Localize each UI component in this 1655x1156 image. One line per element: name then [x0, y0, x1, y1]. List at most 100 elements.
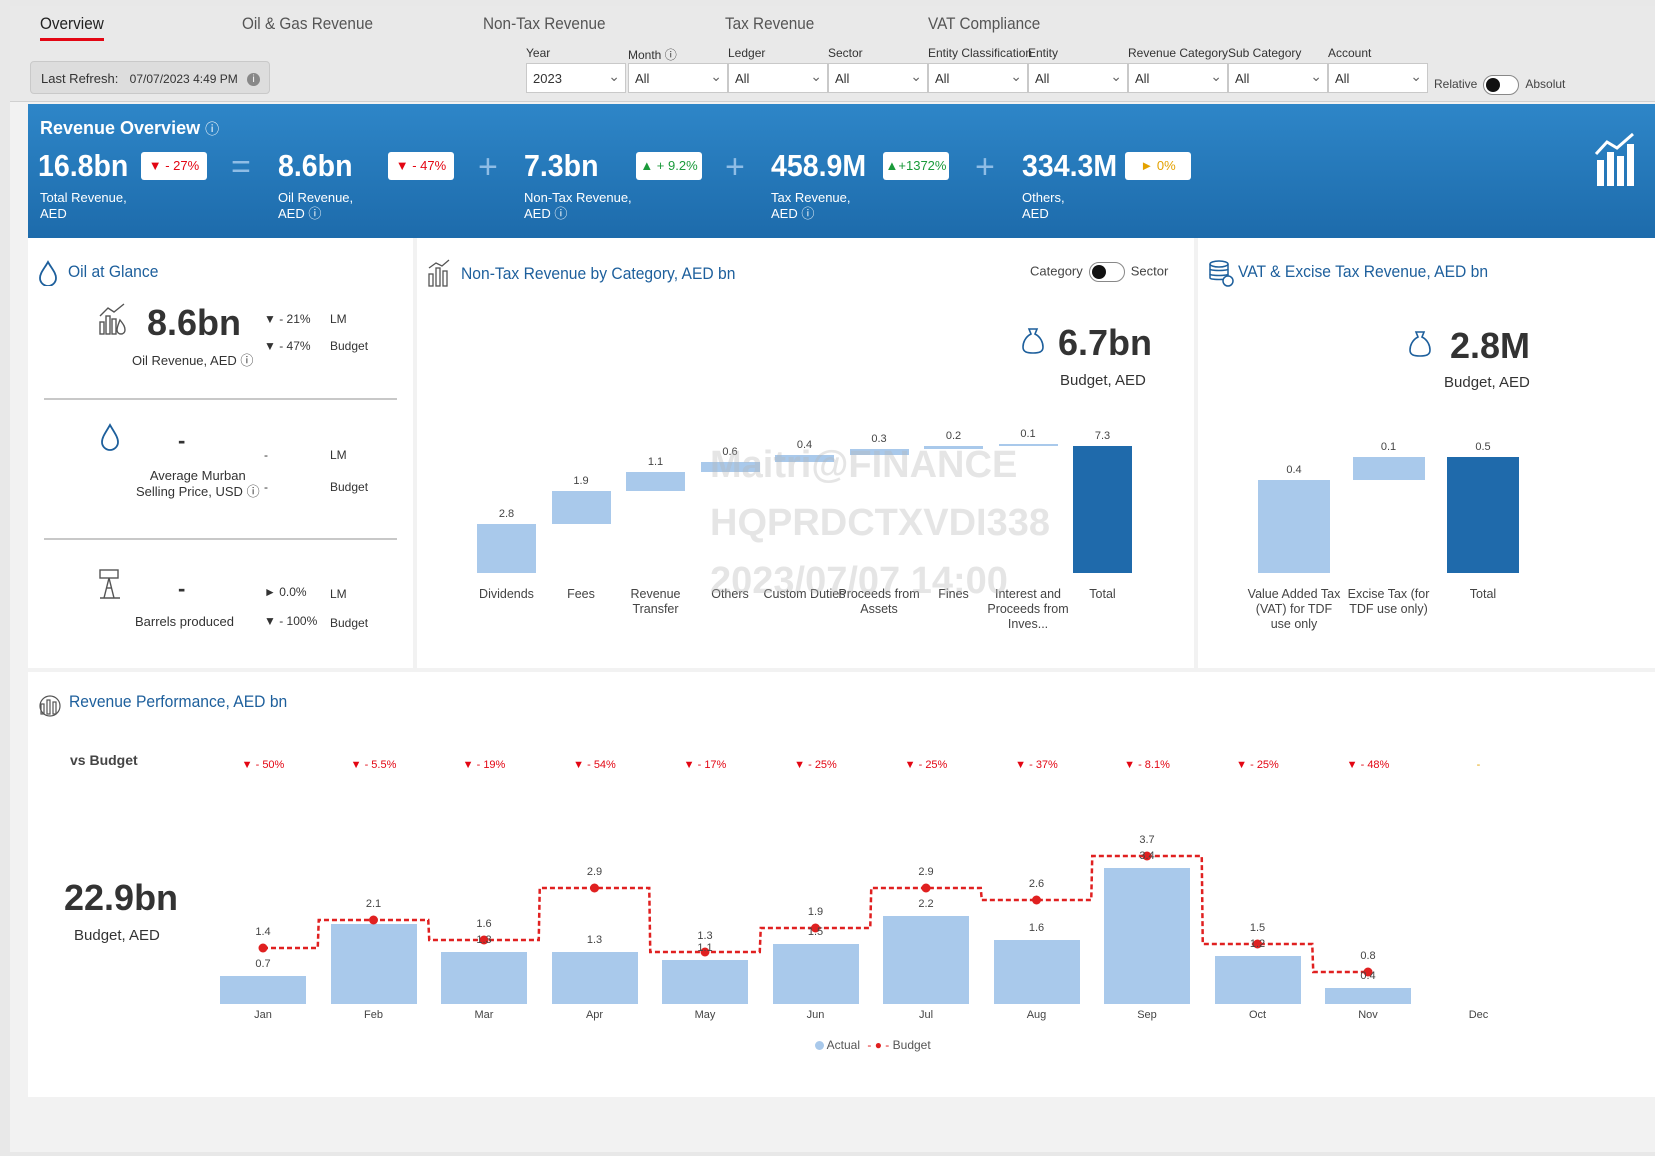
toggle-label-right: Absolut	[1525, 77, 1566, 92]
filter-sub-category: Sub Category All ⌄	[1228, 46, 1328, 93]
plus-operator: +	[725, 148, 745, 186]
tab-tax-revenue[interactable]: Tax Revenue	[725, 14, 814, 34]
account-select[interactable]: All ⌄	[1328, 63, 1428, 93]
select-value: All	[1135, 71, 1150, 86]
tab-non-tax-revenue[interactable]: Non-Tax Revenue	[483, 14, 605, 34]
budget-data-label: 2.1	[365, 898, 382, 910]
toggle-switch[interactable]	[1483, 75, 1520, 95]
waterfall-total-bar	[1073, 445, 1132, 573]
filter-label: Month ⓘ	[628, 48, 677, 62]
legend-budget-label: Budget	[892, 1038, 931, 1052]
vat-excise-panel: VAT & Excise Tax Revenue, AED bn 2.8M Bu…	[1198, 238, 1655, 668]
chevron-down-icon: ⌄	[810, 68, 822, 84]
entity-classification-select[interactable]: All ⌄	[928, 63, 1028, 93]
data-label: 0.1	[1020, 428, 1036, 441]
data-label: 0.6	[722, 445, 738, 458]
tab-overview[interactable]: Overview	[40, 14, 104, 34]
non-tax-revenue-panel: Non-Tax Revenue by Category, AED bn Cate…	[417, 238, 1194, 668]
oil-revenue-icon	[98, 302, 128, 341]
budget-label: Budget	[330, 339, 369, 353]
actual-data-label: 0.4	[1360, 970, 1376, 982]
last-refresh-label: Last Refresh:	[41, 71, 119, 86]
filter-month: Month ⓘ All ⌄	[628, 46, 728, 93]
filter-entity-classification: Entity Classification All ⌄	[928, 46, 1033, 93]
info-icon[interactable]: ⓘ	[665, 48, 677, 62]
category-label: Excise Tax (for TDF use only)	[1347, 587, 1430, 616]
kpi-others-label: Others, AED	[1022, 190, 1065, 221]
oil-revenue-value: 8.6bn	[147, 302, 242, 343]
data-label: 0.5	[1475, 441, 1491, 453]
budget-data-label: 2.6	[1028, 878, 1045, 890]
info-icon[interactable]: ⓘ	[247, 484, 260, 499]
filter-entity: Entity All ⌄	[1028, 46, 1128, 93]
budget-data-label: 1.9	[807, 906, 824, 918]
budget-data-label: 0.8	[1360, 950, 1376, 962]
waterfall-bar	[477, 524, 536, 573]
revenue-category-select[interactable]: All ⌄	[1128, 63, 1228, 93]
legend-actual-label: Actual	[826, 1038, 861, 1052]
budget-line-layer	[258, 851, 1373, 977]
info-icon[interactable]: ⓘ	[240, 353, 253, 368]
tab-vat-compliance[interactable]: VAT Compliance	[928, 14, 1040, 34]
kpi-total-revenue-label: Total Revenue, AED	[40, 190, 127, 221]
category-label: Value Added Tax (VAT) for TDF use only	[1247, 587, 1341, 631]
waterfall-bar	[775, 454, 834, 462]
revenue-performance-panel: Revenue Performance, AED bn vs Budget 22…	[28, 672, 1655, 1097]
chevron-down-icon: ⌄	[1010, 68, 1022, 84]
kpi-tax-revenue-label: Tax Revenue, AED ⓘ	[771, 190, 851, 221]
kpi-tax-revenue-badge: ▲+1372%	[883, 152, 949, 180]
revenue-chart-icon	[1593, 130, 1641, 195]
info-icon[interactable]: ⓘ	[554, 206, 567, 221]
actual-data-label: 1.6	[1028, 922, 1045, 934]
budget-data-label: 1.4	[255, 926, 271, 938]
category-label: Total	[1469, 587, 1497, 601]
revenue-performance-chart: Jan ▼ - 50% Feb ▼ - 5.5% Mar ▼ - 19% Apr ▼ - 54…	[28, 672, 1655, 1097]
waterfall-bar	[1352, 457, 1425, 481]
kpi-oil-revenue-label: Oil Revenue, AED ⓘ	[278, 190, 354, 221]
info-icon[interactable]: ⓘ	[308, 206, 321, 221]
budget-label: Budget	[330, 616, 369, 630]
divider	[44, 538, 397, 540]
kpi-others-value: 334.3M	[1022, 148, 1118, 183]
budget-point	[258, 943, 268, 953]
barrels-lm-variance: ► 0.0%	[264, 585, 307, 599]
active-tab-indicator	[40, 38, 104, 41]
oil-at-glance-title: Oil at Glance	[68, 262, 159, 281]
filter-sector: Sector All ⌄	[828, 46, 928, 93]
budget-data-label: 2.9	[918, 866, 934, 878]
oil-revenue-lm-variance: ▼ - 21%	[264, 312, 311, 326]
divider	[44, 398, 397, 400]
select-value: All	[635, 71, 650, 86]
kpi-oil-revenue-value: 8.6bn	[278, 148, 353, 183]
filter-label: Entity Classification	[928, 46, 1033, 60]
sub-category-select[interactable]: All ⌄	[1228, 63, 1328, 93]
last-refresh-value: 07/07/2023 4:49 PM	[129, 72, 238, 86]
info-icon[interactable]: i	[247, 73, 261, 87]
budget-label: Budget	[330, 480, 369, 494]
oil-drop-icon	[38, 260, 58, 291]
filter-label: Year	[526, 46, 551, 60]
oil-revenue-label: Oil Revenue, AED ⓘ	[132, 353, 254, 368]
filter-year: Year 2023 ⌄	[526, 46, 626, 93]
app-window: Overview Oil & Gas Revenue Non-Tax Reven…	[10, 6, 1655, 1152]
info-icon[interactable]: ⓘ	[205, 121, 219, 137]
kpi-others-badge: ► 0%	[1125, 152, 1191, 180]
filter-label: Revenue Category	[1128, 46, 1229, 60]
tab-oil-gas-revenue[interactable]: Oil & Gas Revenue	[242, 14, 373, 34]
year-select[interactable]: 2023 ⌄	[526, 63, 626, 93]
filter-label: Entity	[1028, 46, 1059, 60]
ledger-select[interactable]: All ⌄	[728, 63, 828, 93]
month-select[interactable]: All ⌄	[628, 63, 728, 93]
sector-select[interactable]: All ⌄	[828, 63, 928, 93]
oil-pump-icon	[96, 568, 124, 605]
oil-at-glance-panel: Oil at Glance 8.6bn Oil Revenue, AED ⓘ ▼…	[28, 238, 413, 668]
relative-absolute-toggle[interactable]: Relative Absolut	[1434, 75, 1565, 95]
actual-data-label: 1.2	[1249, 938, 1266, 950]
info-icon[interactable]: ⓘ	[801, 206, 814, 221]
murban-price-value: -	[178, 428, 186, 453]
barrels-value: -	[178, 576, 186, 601]
kpi-non-tax-revenue-label: Non-Tax Revenue, AED ⓘ	[524, 190, 632, 221]
kpi-total-revenue-value: 16.8bn	[38, 148, 129, 183]
entity-select[interactable]: All ⌄	[1028, 63, 1128, 93]
select-value: All	[1235, 71, 1250, 86]
